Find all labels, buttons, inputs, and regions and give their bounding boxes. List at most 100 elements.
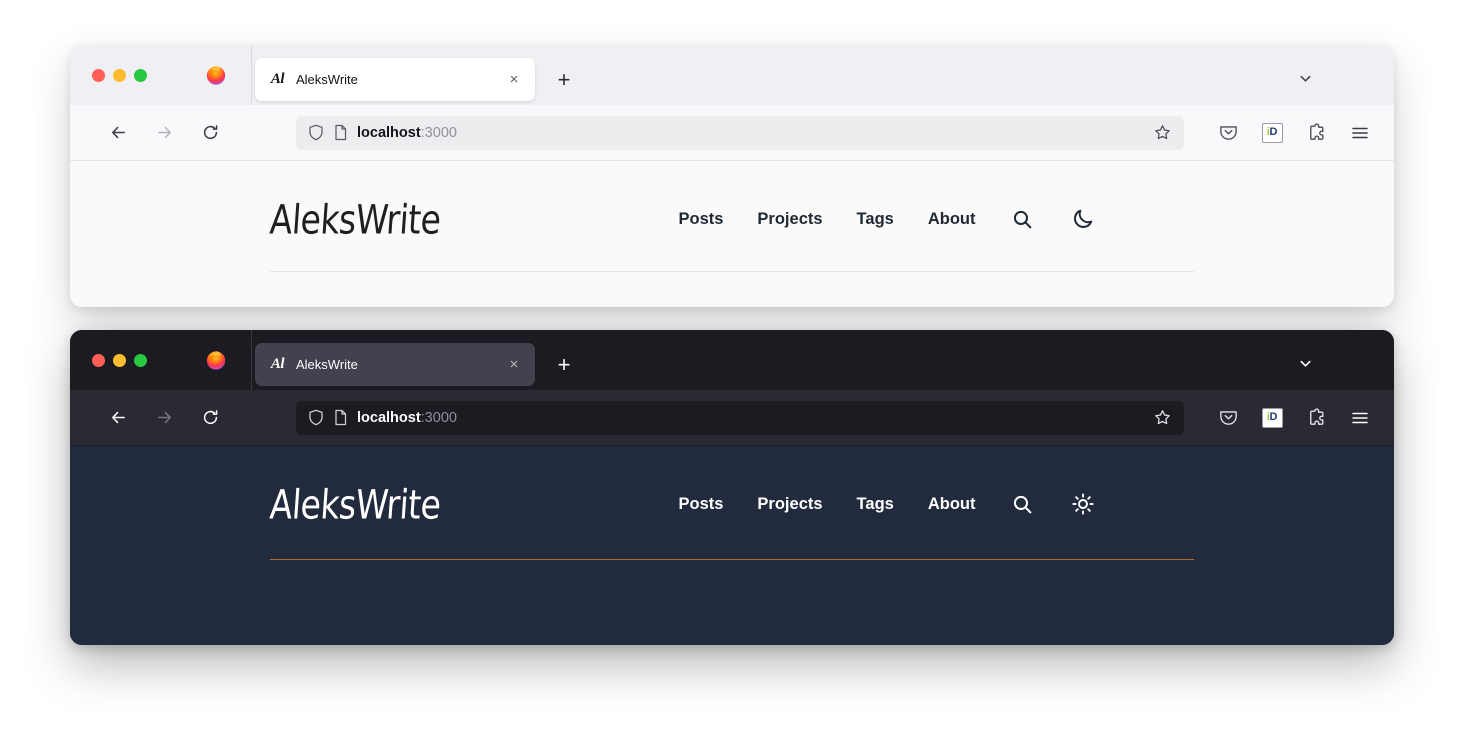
toolbar-icon-group-dark: iD xyxy=(1214,404,1376,432)
minimize-window-button[interactable] xyxy=(113,353,126,367)
url-port: :3000 xyxy=(420,124,457,141)
site-nav-dark: Posts Projects Tags About xyxy=(678,491,1095,517)
back-button[interactable] xyxy=(100,400,136,436)
app-menu-button[interactable] xyxy=(1346,119,1374,147)
pocket-icon xyxy=(1218,407,1239,428)
reload-icon xyxy=(201,408,220,427)
screenshot-canvas: Al AleksWrite × + localhost:3000 i D Ale… xyxy=(0,0,1464,746)
site-nav-light: Posts Projects Tags About xyxy=(678,206,1095,232)
browser-tab-aleks-write[interactable]: Al AleksWrite × xyxy=(255,343,535,386)
tab-strip-light: Al AleksWrite × + xyxy=(70,45,1394,105)
browser-tab-aleks-write[interactable]: Al AleksWrite × xyxy=(255,58,535,101)
url-bar-light[interactable]: localhost:3000 xyxy=(296,115,1184,150)
maximize-window-button[interactable] xyxy=(134,68,147,82)
shield-icon[interactable] xyxy=(308,124,324,141)
arrow-right-icon xyxy=(155,123,174,142)
sun-icon xyxy=(1071,492,1095,516)
shield-icon[interactable] xyxy=(308,409,324,426)
bookmark-button[interactable] xyxy=(1148,119,1176,147)
toolbar-icon-group-light: iD xyxy=(1214,119,1376,147)
site-search-button[interactable] xyxy=(1010,491,1036,517)
moon-icon xyxy=(1071,207,1095,231)
nav-link-posts[interactable]: Posts xyxy=(678,210,723,229)
tab-strip-dark: Al AleksWrite × + xyxy=(70,330,1394,390)
url-host: localhost xyxy=(357,124,421,141)
star-icon xyxy=(1154,124,1171,141)
extensions-puzzle-icon xyxy=(1306,407,1327,428)
nav-link-posts[interactable]: Posts xyxy=(678,495,723,514)
reload-button[interactable] xyxy=(192,115,228,151)
window-controls-dark xyxy=(70,330,227,390)
site-logo[interactable]: AleksWrite xyxy=(268,480,442,528)
orcid-extension-icon: iD xyxy=(1261,407,1283,428)
pocket-button[interactable] xyxy=(1214,404,1242,432)
browser-tab-title: AleksWrite xyxy=(296,357,358,372)
site-header-dark: AleksWrite Posts Projects Tags About xyxy=(70,446,1394,562)
browser-toolbar-light: localhost:3000 i D xyxy=(70,105,1394,161)
aleks-write-favicon-icon: Al xyxy=(270,356,285,372)
browser-window-light: Al AleksWrite × + localhost:3000 i D Ale… xyxy=(70,45,1394,307)
chevron-down-icon xyxy=(1298,356,1313,371)
extensions-puzzle-icon xyxy=(1306,122,1327,143)
tabstrip-separator xyxy=(251,45,252,105)
extensions-button[interactable] xyxy=(1302,404,1330,432)
pocket-button[interactable] xyxy=(1214,119,1242,147)
aleks-write-favicon-icon: Al xyxy=(270,71,285,87)
url-text[interactable]: localhost:3000 xyxy=(357,125,1139,141)
close-window-button[interactable] xyxy=(92,68,105,82)
close-tab-icon[interactable]: × xyxy=(503,69,525,91)
page-icon[interactable] xyxy=(333,409,348,426)
url-text[interactable]: localhost:3000 xyxy=(357,410,1139,426)
header-divider-light xyxy=(270,271,1194,272)
url-bar-dark[interactable]: localhost:3000 xyxy=(296,400,1184,435)
arrow-left-icon xyxy=(109,408,128,427)
extensions-button[interactable] xyxy=(1302,119,1330,147)
list-all-tabs-button[interactable] xyxy=(1288,346,1322,380)
nav-link-about[interactable]: About xyxy=(928,495,976,514)
site-search-button[interactable] xyxy=(1010,206,1036,232)
nav-link-projects[interactable]: Projects xyxy=(757,495,822,514)
app-menu-icon xyxy=(1350,408,1370,428)
close-tab-icon[interactable]: × xyxy=(503,354,525,376)
theme-toggle-button-dark[interactable] xyxy=(1070,491,1096,517)
browser-tab-title: AleksWrite xyxy=(296,72,358,87)
header-divider-dark xyxy=(270,559,1194,560)
list-all-tabs-button[interactable] xyxy=(1288,61,1322,95)
chevron-down-icon xyxy=(1298,71,1313,86)
new-tab-button[interactable]: + xyxy=(547,63,581,97)
browser-toolbar-dark: localhost:3000 i D xyxy=(70,390,1394,446)
arrow-right-icon xyxy=(155,408,174,427)
page-icon[interactable] xyxy=(333,124,348,141)
firefox-logo-icon xyxy=(205,349,227,371)
reload-icon xyxy=(201,123,220,142)
site-logo[interactable]: AleksWrite xyxy=(268,195,442,243)
back-button[interactable] xyxy=(100,115,136,151)
theme-toggle-button-light[interactable] xyxy=(1070,206,1096,232)
pocket-icon xyxy=(1218,122,1239,143)
forward-button[interactable] xyxy=(146,115,182,151)
arrow-left-icon xyxy=(109,123,128,142)
maximize-window-button[interactable] xyxy=(134,353,147,367)
page-content-light: AleksWrite Posts Projects Tags About xyxy=(70,161,1394,307)
url-port: :3000 xyxy=(420,409,457,426)
nav-link-projects[interactable]: Projects xyxy=(757,210,822,229)
reload-button[interactable] xyxy=(192,400,228,436)
nav-link-tags[interactable]: Tags xyxy=(857,210,894,229)
orcid-letter-d: D xyxy=(1269,411,1278,423)
orcid-extension-icon: iD xyxy=(1261,122,1283,143)
app-menu-button[interactable] xyxy=(1346,404,1374,432)
forward-button[interactable] xyxy=(146,400,182,436)
bookmark-button[interactable] xyxy=(1148,404,1176,432)
new-tab-button[interactable]: + xyxy=(547,348,581,382)
tabstrip-separator xyxy=(251,330,252,390)
nav-link-about[interactable]: About xyxy=(928,210,976,229)
app-menu-icon xyxy=(1350,123,1370,143)
url-host: localhost xyxy=(357,409,421,426)
minimize-window-button[interactable] xyxy=(113,68,126,82)
orcid-extension-button[interactable]: iD xyxy=(1258,119,1286,147)
nav-link-tags[interactable]: Tags xyxy=(857,495,894,514)
orcid-letter-d: D xyxy=(1269,126,1278,138)
close-window-button[interactable] xyxy=(92,353,105,367)
site-header-light: AleksWrite Posts Projects Tags About xyxy=(70,161,1394,277)
orcid-extension-button[interactable]: iD xyxy=(1258,404,1286,432)
